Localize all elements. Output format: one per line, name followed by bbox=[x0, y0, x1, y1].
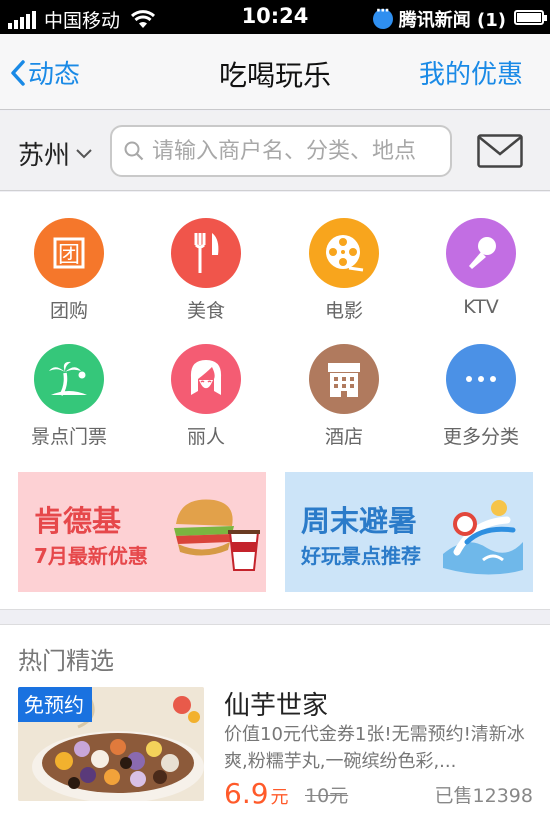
group-buy-icon: 团 bbox=[34, 218, 104, 288]
burger-meal-icon bbox=[174, 499, 260, 571]
banner-title: 肯德基 bbox=[34, 504, 122, 538]
chevron-left-icon bbox=[11, 59, 25, 86]
deal-image[interactable]: 免预约 bbox=[18, 687, 204, 801]
more-icon bbox=[446, 344, 516, 414]
microphone-icon bbox=[446, 218, 516, 288]
kfc-banner[interactable]: 肯德基 7月最新优惠 bbox=[18, 472, 266, 592]
category-movie[interactable]: 电影 bbox=[284, 218, 404, 323]
hotel-icon bbox=[309, 344, 379, 414]
search-icon bbox=[124, 141, 144, 161]
hot-picks-section: 热门精选 免预约 仙芋世家 价值10元代金券1张!无需预约!清新冰爽,粉糯芋丸,… bbox=[0, 624, 550, 825]
search-box[interactable] bbox=[110, 125, 452, 177]
deal-description: 价值10元代金券1张!无需预约!清新冰爽,粉糯芋丸,一碗缤纷色彩,... bbox=[224, 724, 525, 772]
category-label: KTV bbox=[463, 296, 499, 318]
sold-count: 已售12398 bbox=[434, 785, 533, 807]
notification-text: 腾讯新闻 (1) bbox=[398, 10, 506, 31]
banner-title: 周末避暑 bbox=[301, 504, 418, 538]
water-park-icon bbox=[443, 500, 523, 575]
category-label: 更多分类 bbox=[442, 426, 519, 448]
category-more[interactable]: 更多分类 bbox=[421, 344, 541, 449]
category-food[interactable]: 美食 bbox=[146, 218, 266, 323]
status-bar: 中国移动 10:24 腾讯新闻 (1) bbox=[0, 0, 550, 34]
category-label: 电影 bbox=[324, 300, 363, 322]
category-tickets[interactable]: 景点门票 bbox=[9, 344, 129, 449]
price-value: 6.9 bbox=[224, 777, 269, 810]
search-bar: 苏州 bbox=[0, 111, 550, 191]
film-reel-icon bbox=[309, 218, 379, 288]
category-group-buy[interactable]: 团 团购 bbox=[9, 218, 129, 323]
category-beauty[interactable]: 丽人 bbox=[146, 344, 266, 449]
search-input[interactable] bbox=[152, 138, 450, 164]
my-coupons-button[interactable]: 我的优惠 bbox=[419, 54, 523, 91]
category-panel: 团 团购 美食 电影 KTV 景点门票 丽人 酒店 更多分类 肯德基 7月最新优… bbox=[0, 192, 550, 610]
city-selector[interactable]: 苏州 bbox=[18, 135, 92, 172]
palm-tree-icon bbox=[34, 344, 104, 414]
fork-knife-icon bbox=[171, 218, 241, 288]
woman-face-icon bbox=[171, 344, 241, 414]
banner-subtitle: 7月最新优惠 bbox=[34, 544, 148, 568]
category-label: 丽人 bbox=[186, 426, 225, 448]
category-ktv[interactable]: KTV bbox=[421, 218, 541, 318]
nav-bar: 动态 吃喝玩乐 我的优惠 bbox=[0, 34, 550, 110]
no-reservation-badge: 免预约 bbox=[18, 687, 92, 722]
category-hotel[interactable]: 酒店 bbox=[284, 344, 404, 449]
back-label: 动态 bbox=[28, 60, 81, 90]
category-label: 景点门票 bbox=[30, 426, 107, 448]
deal-name[interactable]: 仙芋世家 bbox=[224, 685, 328, 722]
notification: 腾讯新闻 (1) bbox=[372, 3, 506, 32]
section-title: 热门精选 bbox=[18, 647, 114, 675]
mail-icon[interactable] bbox=[477, 134, 523, 168]
city-label: 苏州 bbox=[18, 141, 71, 171]
price-unit: 元 bbox=[270, 787, 289, 808]
banner-subtitle: 好玩景点推荐 bbox=[301, 544, 421, 568]
battery-icon bbox=[514, 10, 547, 25]
category-label: 团购 bbox=[49, 300, 88, 322]
category-label: 美食 bbox=[186, 300, 225, 322]
chat-bubble-icon bbox=[372, 3, 393, 29]
back-button[interactable]: 动态 bbox=[10, 54, 80, 91]
category-label: 酒店 bbox=[324, 426, 363, 448]
summer-banner[interactable]: 周末避暑 好玩景点推荐 bbox=[285, 472, 533, 592]
original-price: 10元 bbox=[305, 785, 349, 807]
svg-text:团: 团 bbox=[58, 243, 80, 268]
chevron-down-icon bbox=[76, 148, 92, 158]
deal-price: 6.9 元 bbox=[224, 777, 289, 810]
